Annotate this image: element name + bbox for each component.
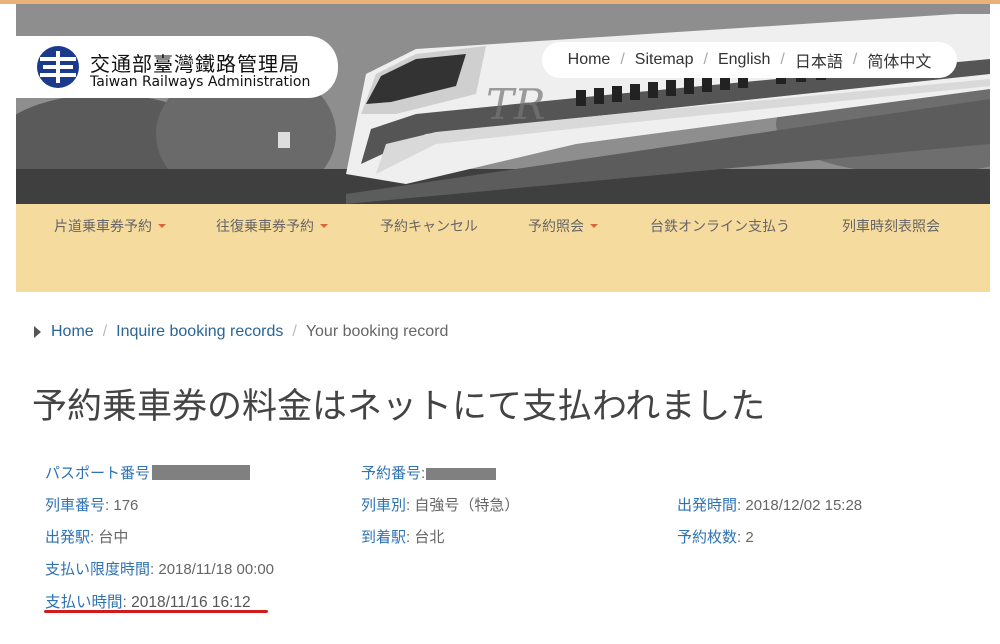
separator: / <box>852 51 858 68</box>
train-type-label: 列車別 <box>361 497 407 514</box>
separator: / <box>620 51 625 68</box>
train-number-value: 176 <box>113 497 139 514</box>
tra-logo-icon <box>37 46 79 88</box>
logo-title-zh: 交通部臺灣鐵路管理局 <box>90 52 300 76</box>
booking-number-field: 予約番号: <box>361 462 497 483</box>
ticket-count-label: 予約枚数 <box>677 529 738 546</box>
destination-station-field: 到着駅: 台北 <box>361 529 445 546</box>
payment-time-value: 2018/11/16 16:12 <box>131 594 251 611</box>
header-banner: TR 交通部臺灣鐵路管理局 Taiwan Railways Administra… <box>16 4 990 204</box>
top-link-sitemap[interactable]: Sitemap <box>635 51 694 69</box>
destination-station-label: 到着駅 <box>361 529 407 546</box>
passport-number-label: パスポート番号 <box>45 465 151 482</box>
main-nav: 片道乗車券予約 往復乗車券予約 予約キャンセル 予約照会 台鉄オンライン支払う … <box>16 204 990 292</box>
breadcrumb-current: Your booking record <box>305 323 449 340</box>
top-link-home[interactable]: Home <box>568 51 611 69</box>
breadcrumb: Home / Inquire booking records / Your bo… <box>34 323 448 341</box>
payment-time-field: 支払い時間: 2018/11/16 16:12 <box>45 594 251 611</box>
nav-cancel-booking[interactable]: 予約キャンセル <box>380 216 478 236</box>
origin-station-label: 出発駅 <box>45 529 91 546</box>
departure-time-field: 出発時間: 2018/12/02 15:28 <box>677 497 863 514</box>
booking-number-colon: : <box>421 465 426 482</box>
nav-label: 台鉄オンライン支払う <box>650 219 790 235</box>
train-number-field: 列車番号: 176 <box>45 497 139 514</box>
separator: / <box>102 323 108 340</box>
separator: / <box>703 51 708 68</box>
separator: / <box>780 51 785 68</box>
top-link-english[interactable]: English <box>718 51 770 69</box>
redacted-value <box>152 465 251 480</box>
separator: / <box>292 323 297 340</box>
train-type-value: 自強号（特急） <box>414 497 520 514</box>
booking-number-label: 予約番号 <box>361 465 422 482</box>
ticket-count-value: 2 <box>745 529 754 546</box>
train-number-label: 列車番号 <box>45 497 106 514</box>
top-link-japanese[interactable]: 日本語 <box>795 48 843 72</box>
nav-label: 予約照会 <box>528 219 584 235</box>
nav-label: 往復乗車券予約 <box>216 219 314 235</box>
ticket-count-field: 予約枚数: 2 <box>677 529 754 546</box>
breadcrumb-home[interactable]: Home <box>51 323 94 341</box>
nav-label: 予約キャンセル <box>380 219 478 235</box>
caret-right-icon <box>34 326 41 338</box>
highlight-underline <box>44 610 268 613</box>
nav-label: 片道乗車券予約 <box>54 219 152 235</box>
payment-deadline-label: 支払い限度時間 <box>45 561 151 578</box>
departure-time-value: 2018/12/02 15:28 <box>745 497 863 514</box>
logo-title-en: Taiwan Railways Administration <box>90 74 311 90</box>
nav-one-way-booking[interactable]: 片道乗車券予約 <box>54 216 166 236</box>
nav-label: 列車時刻表照会 <box>842 219 940 235</box>
redacted-value <box>426 468 497 480</box>
top-link-chinese-simplified[interactable]: 简体中文 <box>867 48 931 72</box>
nav-timetable-inquiry[interactable]: 列車時刻表照会 <box>842 216 940 236</box>
train-photo: TR <box>16 4 990 204</box>
caret-down-icon <box>158 224 166 228</box>
caret-down-icon <box>320 224 328 228</box>
svg-text:TR: TR <box>486 80 546 129</box>
nav-round-trip-booking[interactable]: 往復乗車券予約 <box>216 216 328 236</box>
payment-time-label: 支払い時間 <box>45 594 123 611</box>
nav-online-payment[interactable]: 台鉄オンライン支払う <box>650 216 790 236</box>
page-title: 予約乗車券の料金はネットにて支払われました <box>32 387 766 427</box>
destination-station-value: 台北 <box>414 529 445 546</box>
origin-station-field: 出発駅: 台中 <box>45 529 129 546</box>
origin-station-value: 台中 <box>98 529 129 546</box>
train-type-field: 列車別: 自強号（特急） <box>361 497 520 514</box>
top-links: Home / Sitemap / English / 日本語 / 简体中文 <box>542 42 957 78</box>
payment-deadline-field: 支払い限度時間: 2018/11/18 00:00 <box>45 561 275 578</box>
passport-number-field: パスポート番号 <box>45 462 251 483</box>
breadcrumb-inquire[interactable]: Inquire booking records <box>116 323 283 341</box>
nav-booking-inquiry[interactable]: 予約照会 <box>528 216 598 236</box>
caret-down-icon <box>590 224 598 228</box>
payment-deadline-value: 2018/11/18 00:00 <box>158 561 275 578</box>
logo[interactable]: 交通部臺灣鐵路管理局 Taiwan Railways Administratio… <box>16 36 338 98</box>
departure-time-label: 出発時間 <box>677 497 738 514</box>
